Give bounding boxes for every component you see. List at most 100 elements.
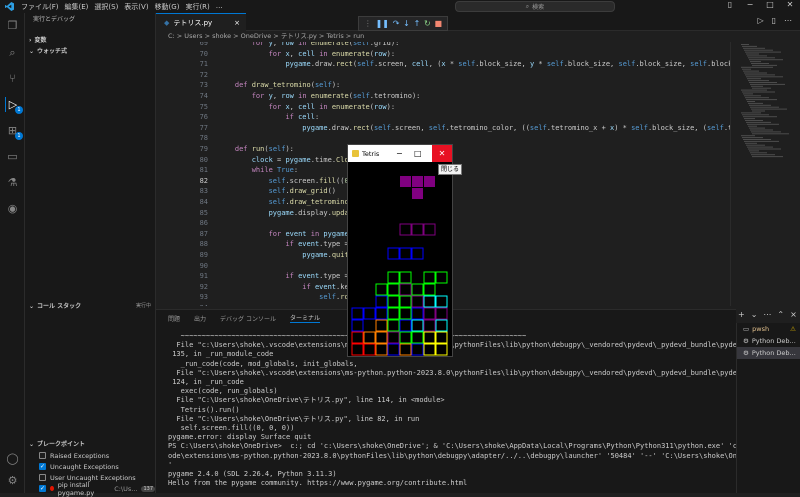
pygame-title-bar: Tetris − □ ✕	[348, 145, 452, 162]
breakpoints-section[interactable]: ⌄ ブレークポイント	[25, 439, 155, 450]
stacked-block	[411, 295, 424, 308]
checkbox[interactable]: ✓	[39, 463, 46, 470]
step-over-button[interactable]: ↷	[393, 17, 400, 30]
minimap-line	[749, 150, 759, 152]
tab-output[interactable]: 出力	[194, 314, 206, 323]
terminal-line: PS C:\Users\shoke\OneDrive> c:; cd 'c:\U…	[168, 442, 800, 451]
stacked-block	[399, 283, 412, 296]
step-into-button[interactable]: ↓	[403, 17, 410, 30]
variables-section[interactable]: › 変数	[25, 35, 155, 46]
run-debug-badge: 1	[15, 106, 23, 114]
edge-devtools-icon[interactable]: ◉	[5, 201, 20, 216]
tab-tetris-py[interactable]: ◆ テトリス.py ×	[156, 13, 246, 31]
close-button[interactable]: ✕	[432, 145, 452, 162]
minimap-line	[750, 61, 761, 63]
more-actions-icon[interactable]: ⋯	[784, 16, 792, 25]
add-terminal-icon[interactable]: +	[738, 310, 745, 319]
more-actions-icon[interactable]: ⋯	[763, 310, 771, 319]
split-editor-icon[interactable]: ▯	[772, 16, 776, 25]
minimap-line	[751, 154, 775, 156]
chevron-right-icon: ›	[29, 37, 32, 44]
stacked-block	[375, 343, 388, 356]
terminal-label: pwsh	[752, 325, 770, 333]
maximize-button[interactable]: □	[414, 149, 422, 158]
settings-gear-icon[interactable]: ⚙	[5, 473, 20, 488]
watch-section[interactable]: ⌄ ウォッチ式	[25, 46, 155, 57]
debug-toolbar: ⋮ ❚❚ ↷ ↓ ↑ ↻ ■	[358, 16, 448, 31]
python-file-icon: ◆	[164, 18, 170, 27]
maximize-panel-icon[interactable]: ⌃	[777, 310, 784, 319]
checkbox[interactable]: ✓	[39, 485, 46, 492]
drag-handle-icon[interactable]: ⋮	[364, 17, 372, 30]
testing-icon[interactable]: ⚗	[5, 175, 20, 190]
minimize-button[interactable]: −	[396, 149, 403, 158]
breakpoint-dot-icon	[50, 486, 54, 491]
extensions-icon[interactable]: ⊞ 1	[5, 123, 23, 140]
minimap-line	[744, 118, 755, 120]
terminal-item-python[interactable]: ⚙ Python Deb...	[737, 335, 800, 347]
explorer-icon[interactable]: ❐	[5, 18, 20, 33]
command-search[interactable]: ⌕ 検索	[455, 1, 615, 12]
breakpoint-item[interactable]: Raised Exceptions	[25, 450, 155, 461]
menu-selection[interactable]: 選択(S)	[91, 2, 121, 12]
menu-file[interactable]: ファイル(F)	[18, 2, 62, 12]
terminal-line: File "C:\Users\shoke\OneDrive\テトリス.py", …	[168, 396, 445, 405]
minimap-line	[745, 51, 781, 53]
stop-button[interactable]: ■	[434, 17, 442, 30]
restart-button[interactable]: ↻	[424, 17, 431, 30]
run-file-icon[interactable]: ▷	[757, 16, 763, 25]
terminal-item-python-active[interactable]: ⚙ Python Deb...	[737, 347, 800, 359]
line-number: 70	[199, 49, 208, 58]
menu-more[interactable]: …	[213, 2, 226, 12]
close-icon[interactable]: ×	[234, 19, 240, 27]
vscode-logo-icon	[5, 2, 14, 11]
callstack-section[interactable]: ⌄ コール スタック 実行中	[25, 301, 155, 312]
source-control-icon[interactable]: ⑂	[5, 71, 20, 86]
breakpoint-label: Raised Exceptions	[50, 451, 110, 460]
pause-button[interactable]: ❚❚	[376, 17, 389, 30]
breakpoint-item[interactable]: ✓ Uncaught Exceptions	[25, 461, 155, 472]
step-out-button[interactable]: ↑	[414, 17, 421, 30]
maximize-button[interactable]: □	[760, 0, 780, 9]
account-icon[interactable]: ◯	[5, 451, 20, 466]
minimap-line	[741, 135, 755, 137]
minimize-button[interactable]: −	[740, 0, 760, 9]
checkbox[interactable]	[39, 474, 46, 481]
layout-icon[interactable]: ▯	[720, 0, 740, 9]
close-button[interactable]: ✕	[780, 0, 800, 9]
stacked-block	[411, 319, 424, 332]
minimap[interactable]	[730, 42, 800, 306]
minimap-line	[741, 89, 767, 91]
tab-debug-console[interactable]: デバッグ コンソール	[220, 314, 276, 323]
line-number: 72	[199, 70, 208, 79]
line-number: 82	[199, 176, 208, 185]
menu-view[interactable]: 表示(V)	[121, 2, 151, 12]
line-number: 88	[199, 240, 208, 249]
terminal-item-pwsh[interactable]: ▭ pwsh ⚠	[737, 323, 800, 335]
search-view-icon[interactable]: ⌕	[5, 45, 20, 60]
remote-explorer-icon[interactable]: ▭	[5, 149, 20, 164]
chevron-down-icon[interactable]: ⌄	[751, 310, 758, 319]
run-debug-icon[interactable]: ▷ 1	[5, 97, 23, 114]
minimap-line	[743, 93, 753, 95]
breakpoint-item[interactable]: ✓ pip install pygame.py C:\Us... 137	[25, 481, 155, 497]
minimap-line	[749, 82, 777, 83]
line-number: 87	[199, 229, 208, 238]
close-panel-icon[interactable]: ×	[790, 310, 797, 319]
minimap-line	[743, 139, 771, 140]
menu-go[interactable]: 移動(G)	[152, 2, 183, 12]
checkbox[interactable]	[39, 452, 46, 459]
falling-tetromino-block	[424, 176, 435, 187]
minimap-line	[750, 106, 779, 108]
tetris-board	[351, 176, 448, 356]
line-number: 71	[199, 60, 208, 69]
menu-run[interactable]: 実行(R)	[182, 2, 212, 12]
tab-problems[interactable]: 問題	[168, 314, 180, 323]
tab-terminal[interactable]: ターミナル	[289, 313, 320, 323]
code-line: for x, cell in enumerate(row):	[268, 49, 396, 58]
breadcrumb[interactable]: C: > Users > shoke > OneDrive > テトリス.py …	[156, 31, 800, 42]
menu-edit[interactable]: 編集(E)	[62, 2, 92, 12]
stacked-block	[375, 295, 388, 308]
minimap-line	[746, 144, 765, 146]
minimap-line	[744, 49, 773, 51]
